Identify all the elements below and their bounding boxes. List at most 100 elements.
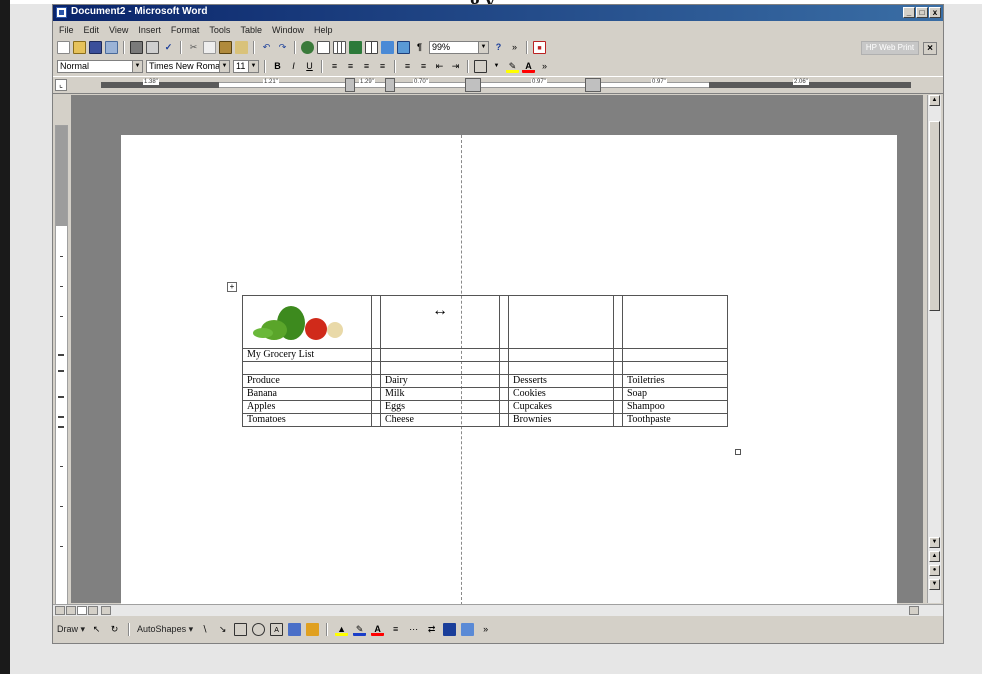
rectangle-icon[interactable] bbox=[234, 622, 248, 636]
outline-view-icon[interactable] bbox=[88, 606, 98, 615]
redo-icon[interactable]: ↷ bbox=[276, 41, 289, 54]
italic-icon[interactable]: I bbox=[287, 60, 300, 73]
word-document-icon[interactable] bbox=[56, 7, 67, 18]
toolbar-options-icon[interactable]: » bbox=[479, 623, 492, 636]
center-icon[interactable]: ≡ bbox=[344, 60, 357, 73]
table-cell[interactable]: Toothpaste bbox=[622, 413, 728, 427]
tab-selector-icon[interactable]: ⌞ bbox=[55, 79, 67, 91]
font-combo[interactable]: Times New Roman ▼ bbox=[146, 59, 230, 73]
table-cell[interactable]: Cupcakes bbox=[508, 400, 614, 414]
show-hide-icon[interactable]: ¶ bbox=[413, 41, 426, 54]
horizontal-scrollbar[interactable] bbox=[53, 604, 943, 616]
grocery-list-title[interactable]: My Grocery List bbox=[242, 348, 372, 362]
header-toiletries[interactable]: Toiletries bbox=[622, 374, 728, 388]
text-box-icon[interactable]: A bbox=[270, 622, 284, 636]
table-cell[interactable]: Cookies bbox=[508, 387, 614, 401]
table-cell[interactable] bbox=[613, 413, 623, 427]
document-page[interactable]: + ↔ My Grocery List Produce Dairy Desser… bbox=[121, 135, 897, 605]
copy-icon[interactable] bbox=[203, 40, 216, 54]
print-preview-icon[interactable] bbox=[146, 40, 159, 54]
menu-file[interactable]: File bbox=[59, 23, 74, 37]
table-cell[interactable] bbox=[622, 295, 728, 349]
chevron-down-icon[interactable]: ▼ bbox=[478, 41, 488, 53]
table-cell[interactable] bbox=[380, 361, 500, 375]
table-cell[interactable]: Shampoo bbox=[622, 400, 728, 414]
table-cell[interactable]: Banana bbox=[242, 387, 372, 401]
table-cell[interactable] bbox=[499, 374, 509, 388]
table-move-handle[interactable]: + bbox=[227, 282, 237, 292]
horizontal-ruler[interactable]: ⌞ 1.38" 1.21" 1.29" 0.70" 0.97" 0.97" 2.… bbox=[53, 76, 943, 94]
excel-icon[interactable] bbox=[349, 40, 362, 54]
cut-icon[interactable]: ✂ bbox=[187, 41, 200, 54]
close-button[interactable]: x bbox=[929, 7, 941, 18]
header-desserts[interactable]: Desserts bbox=[508, 374, 614, 388]
table-cell[interactable] bbox=[613, 400, 623, 414]
header-dairy[interactable]: Dairy bbox=[380, 374, 500, 388]
table-cell[interactable] bbox=[499, 413, 509, 427]
table-resize-handle[interactable] bbox=[735, 449, 741, 455]
email-icon[interactable] bbox=[105, 40, 118, 54]
wordart-icon[interactable] bbox=[288, 622, 302, 636]
table-cell[interactable] bbox=[508, 361, 614, 375]
menu-view[interactable]: View bbox=[109, 23, 128, 37]
table-cell[interactable] bbox=[371, 348, 381, 362]
table-cell[interactable] bbox=[371, 361, 381, 375]
numbering-icon[interactable]: ≡ bbox=[401, 60, 414, 73]
select-browse-object-icon[interactable]: ● bbox=[929, 565, 940, 576]
scrollbar-thumb[interactable] bbox=[929, 121, 940, 311]
table-cell[interactable]: Milk bbox=[380, 387, 500, 401]
undo-icon[interactable]: ↶ bbox=[260, 41, 273, 54]
table-cell[interactable] bbox=[508, 295, 614, 349]
tables-borders-icon[interactable] bbox=[317, 40, 330, 54]
bullets-icon[interactable]: ≡ bbox=[417, 60, 430, 73]
align-left-icon[interactable]: ≡ bbox=[328, 60, 341, 73]
font-size-combo[interactable]: 11 ▼ bbox=[233, 59, 259, 73]
clip-art-icon[interactable] bbox=[306, 622, 320, 636]
zoom-combo[interactable]: 99% ▼ bbox=[429, 40, 489, 54]
table-cell[interactable] bbox=[613, 361, 623, 375]
table-cell[interactable] bbox=[380, 348, 500, 362]
justify-icon[interactable]: ≡ bbox=[376, 60, 389, 73]
column-marker[interactable] bbox=[465, 78, 481, 92]
table-cell[interactable] bbox=[613, 295, 623, 349]
previous-page-icon[interactable]: ▲ bbox=[929, 551, 940, 562]
table-cell[interactable]: Eggs bbox=[380, 400, 500, 414]
style-combo[interactable]: Normal ▼ bbox=[57, 59, 143, 73]
table-cell[interactable] bbox=[371, 400, 381, 414]
maximize-button[interactable]: □ bbox=[916, 7, 928, 18]
highlight-icon[interactable]: ✎ bbox=[506, 60, 519, 73]
dash-style-icon[interactable]: ⋯ bbox=[407, 623, 420, 636]
scroll-right-icon[interactable] bbox=[909, 606, 919, 615]
line-icon[interactable]: ∖ bbox=[198, 623, 211, 636]
menu-window[interactable]: Window bbox=[272, 23, 304, 37]
table-icon[interactable] bbox=[333, 40, 346, 54]
free-rotate-icon[interactable]: ↻ bbox=[108, 623, 121, 636]
fill-color-icon[interactable]: ▲ bbox=[335, 623, 349, 636]
paste-icon[interactable] bbox=[219, 40, 232, 54]
table-cell[interactable] bbox=[499, 400, 509, 414]
table-cell[interactable] bbox=[622, 348, 728, 362]
table-cell[interactable] bbox=[242, 361, 372, 375]
indent-icon[interactable]: ⇥ bbox=[449, 60, 462, 73]
vertical-ruler[interactable] bbox=[55, 125, 68, 605]
document-map-icon[interactable] bbox=[397, 40, 410, 54]
chevron-down-icon[interactable]: ▼ bbox=[248, 60, 258, 72]
table-cell[interactable] bbox=[499, 387, 509, 401]
menu-tools[interactable]: Tools bbox=[209, 23, 230, 37]
menu-help[interactable]: Help bbox=[314, 23, 333, 37]
font-color-icon[interactable]: A bbox=[522, 60, 535, 73]
font-color-icon[interactable]: A bbox=[371, 623, 385, 636]
open-icon[interactable] bbox=[73, 40, 86, 54]
arrow-style-icon[interactable]: ⇄ bbox=[425, 623, 438, 636]
line-style-icon[interactable]: ≡ bbox=[389, 623, 402, 636]
grocery-table[interactable]: ↔ My Grocery List Produce Dairy Desserts… bbox=[242, 295, 728, 427]
hyperlink-icon[interactable] bbox=[301, 40, 314, 54]
table-cell[interactable] bbox=[371, 413, 381, 427]
table-cell[interactable]: Brownies bbox=[508, 413, 614, 427]
format-painter-icon[interactable] bbox=[235, 40, 248, 54]
line-color-icon[interactable]: ✎ bbox=[353, 623, 367, 636]
align-right-icon[interactable]: ≡ bbox=[360, 60, 373, 73]
column-marker[interactable] bbox=[345, 78, 355, 92]
table-cell[interactable] bbox=[371, 387, 381, 401]
table-cell[interactable] bbox=[499, 348, 509, 362]
